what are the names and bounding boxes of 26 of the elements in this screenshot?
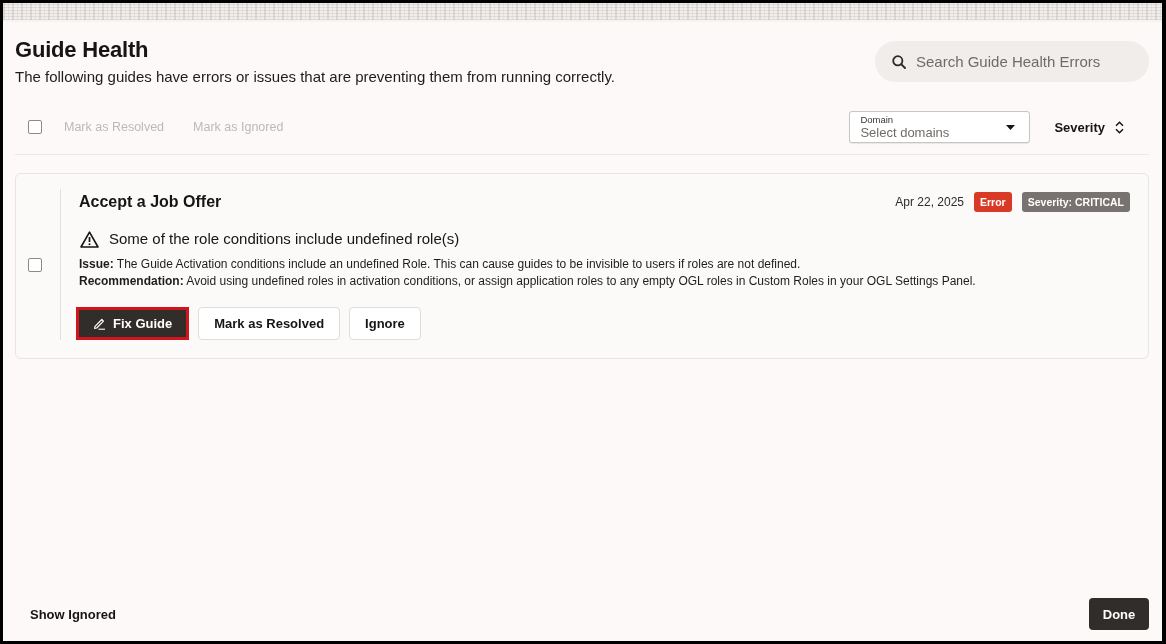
field-label: Domain [860,114,894,125]
done-button[interactable]: Done [1089,598,1149,630]
action-button[interactable]: Mark as Resolved [198,307,341,340]
issue-title: Accept a Job Offer [79,192,222,212]
sort-button[interactable]: Severity [1054,119,1124,135]
search-field[interactable]: Search Guide Health Errors [875,41,1149,82]
show-ignored-link[interactable]: Show Ignored [30,606,116,622]
domain-select[interactable]: Domain Select domains [849,111,1031,143]
caret-icon [1006,124,1016,130]
issue-detail: Issue: The Guide Activation conditions include an undefined Role. This can cause guides to be invisible to users if roles are not defined. [79,256,802,273]
action-button[interactable]: Ignore [349,307,421,340]
page-title: Guide Health [15,37,150,63]
domain-input[interactable]: Select domains [860,125,971,140]
issue-summary: Some of the role conditions include undefined role(s) [109,229,460,249]
checkbox[interactable] [28,257,42,272]
severity-tag: Severity: CRITICAL [1021,192,1130,212]
pencil-icon [93,317,106,330]
fix-guide-button[interactable]: Fix Guide [76,307,190,340]
issue-detail: Recommendation: Avoid using undefined roles in activation conditions, or assign application roles to any empty OGL roles in Custom Roles in your OGL Settings Panel. [79,273,977,290]
search-icon [892,55,906,69]
issue-date: Apr 22, 2025 [895,195,965,209]
warning-icon [80,230,99,248]
checkbox[interactable] [28,120,42,134]
sort-icon [1115,120,1124,134]
status-tag: Error [974,192,1012,212]
page-description: The following guides have errors or issues that are preventing them from running correctly. [15,68,615,86]
